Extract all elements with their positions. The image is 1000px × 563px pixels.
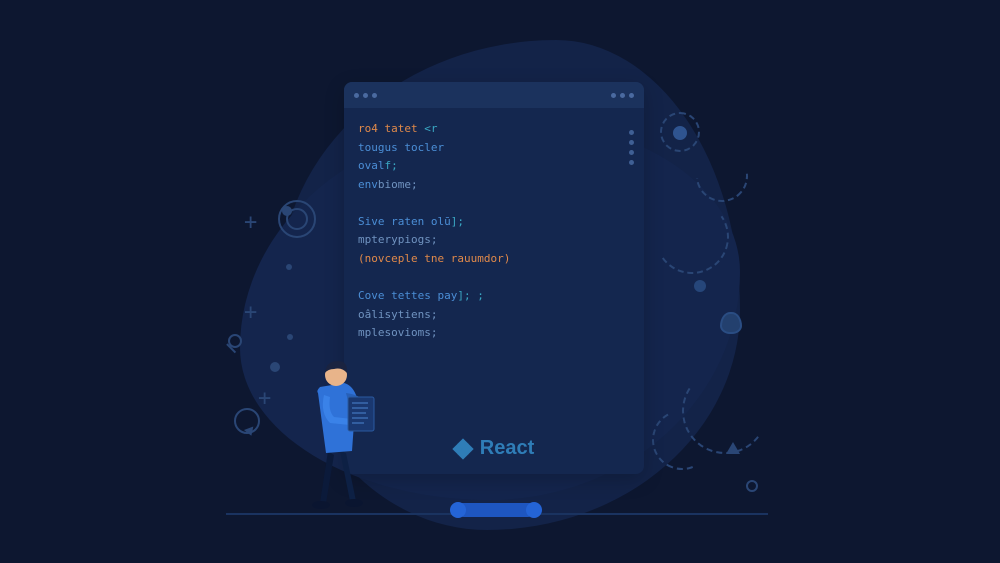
code-line: (novceple tne rauumdor) xyxy=(358,250,630,269)
code-editor-window: ro4 tatet <rtougus toclerovalf;envbiome;… xyxy=(344,82,644,474)
ring-center-dot xyxy=(282,206,292,216)
code-line: tougus tocler xyxy=(358,139,630,158)
code-line: ro4 tatet <r xyxy=(358,120,630,139)
dot-icon xyxy=(620,93,625,98)
code-line: envbiome; xyxy=(358,176,630,195)
code-area: ro4 tatet <rtougus toclerovalf;envbiome;… xyxy=(344,108,644,355)
dot-icon xyxy=(694,280,706,292)
window-controls-right xyxy=(611,93,634,98)
dot-icon xyxy=(372,93,377,98)
dot-icon xyxy=(286,264,292,270)
ring-icon xyxy=(746,480,758,492)
dot-icon xyxy=(629,93,634,98)
react-logo-icon xyxy=(454,440,472,458)
window-controls-left xyxy=(354,93,377,98)
code-line: ovalf; xyxy=(358,157,630,176)
plus-icon xyxy=(258,386,271,411)
dot-icon xyxy=(673,126,687,140)
dot-icon xyxy=(611,93,616,98)
editor-titlebar xyxy=(344,82,644,108)
code-line: oâlisytiens; xyxy=(358,306,630,325)
react-brand: React xyxy=(344,437,644,460)
dot-icon xyxy=(270,362,280,372)
dot-icon xyxy=(354,93,359,98)
person-illustration xyxy=(290,343,386,513)
shield-icon xyxy=(720,312,742,334)
code-line: mpterypiogs; xyxy=(358,231,630,250)
dot-icon xyxy=(287,334,293,340)
react-label-text: React xyxy=(480,437,534,460)
minimap-dots xyxy=(629,130,634,165)
dot-icon xyxy=(363,93,368,98)
paper-scroll xyxy=(444,499,548,521)
plus-icon xyxy=(244,300,257,325)
code-line: Cove tettes pay]; ; xyxy=(358,287,630,306)
speech-tail xyxy=(244,427,256,438)
code-line: Sive raten olū]; xyxy=(358,213,630,232)
triangle-icon xyxy=(726,442,740,454)
plus-icon xyxy=(244,210,257,235)
code-line: mplesovioms; xyxy=(358,324,630,343)
